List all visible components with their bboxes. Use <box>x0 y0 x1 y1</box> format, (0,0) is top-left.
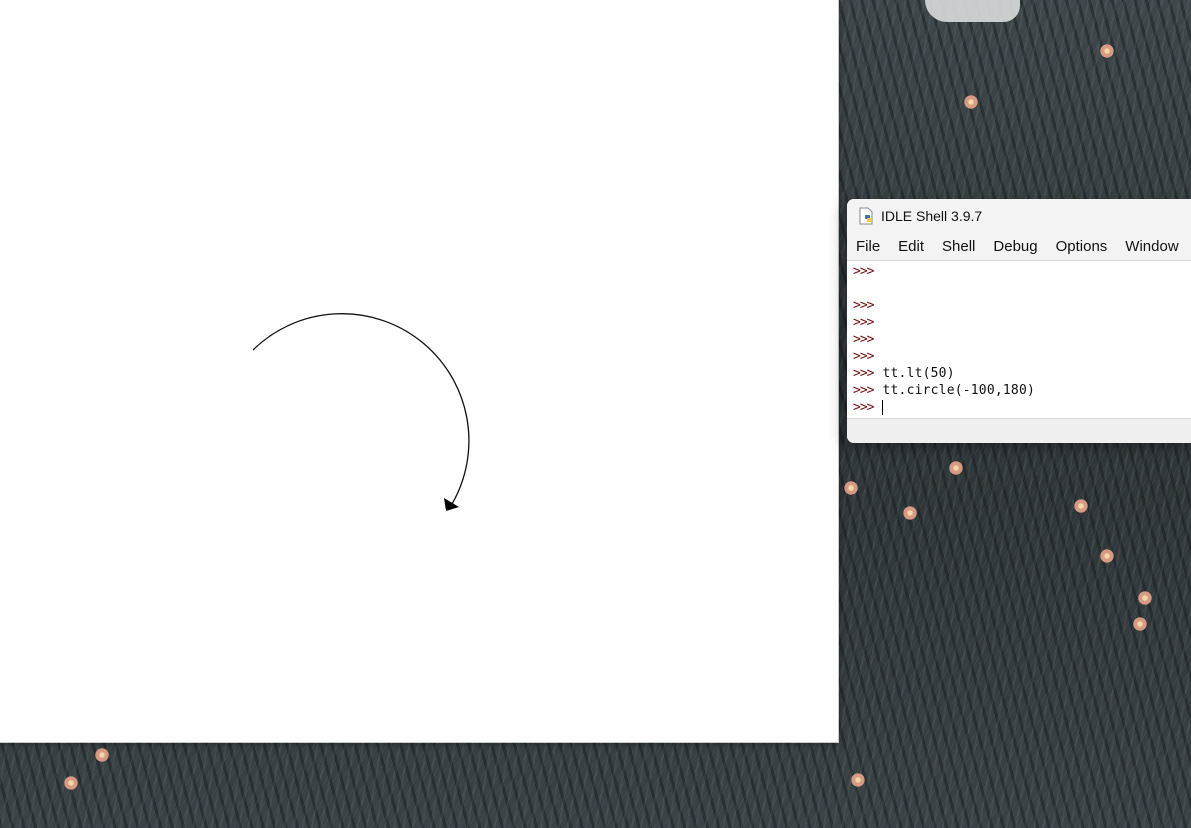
turtle-canvas[interactable] <box>0 0 838 742</box>
status-bar <box>847 418 1191 443</box>
wallpaper-flower <box>1100 549 1114 563</box>
shell-code: tt.lt(50) <box>882 366 955 381</box>
text-cursor <box>882 400 884 415</box>
wallpaper-flower <box>1074 499 1088 513</box>
python-file-icon <box>859 207 873 225</box>
shell-prompt: >>> <box>853 383 875 398</box>
shell-line: >>> <box>853 263 882 280</box>
shell-prompt: >>> <box>853 264 875 279</box>
menu-shell[interactable]: Shell <box>942 238 975 255</box>
shell-line: >>> <box>853 314 882 331</box>
menu-edit[interactable]: Edit <box>898 238 924 255</box>
circle-arc-path <box>252 313 470 505</box>
menu-window[interactable]: Window <box>1125 238 1178 255</box>
wallpaper-flower <box>964 95 978 109</box>
menu-file[interactable]: File <box>856 238 880 255</box>
shell-code: tt.circle(-100,180) <box>882 383 1035 398</box>
wallpaper-flower <box>1100 44 1114 58</box>
menu-debug[interactable]: Debug <box>993 238 1037 255</box>
shell-line: >>> <box>853 399 884 416</box>
shell-line: >>> <box>853 331 882 348</box>
shell-line: >>> <box>853 348 882 365</box>
shell-prompt: >>> <box>853 400 875 415</box>
shell-prompt: >>> <box>853 349 875 364</box>
shell-line: >>> <box>853 297 882 314</box>
wallpaper-flower <box>1138 591 1152 605</box>
wallpaper-flower <box>64 776 78 790</box>
wallpaper-white-object <box>925 0 1020 22</box>
window-title: IDLE Shell 3.9.7 <box>881 208 983 224</box>
wallpaper-flower <box>1133 617 1147 631</box>
shell-line: >>> tt.lt(50) <box>853 365 955 382</box>
idle-shell-window[interactable]: IDLE Shell 3.9.7 File Edit Shell Debug O… <box>847 199 1191 443</box>
wallpaper-flower <box>903 506 917 520</box>
shell-prompt: >>> <box>853 315 875 330</box>
shell-text-area[interactable]: >>> >>> >>> >>> >>> >>> tt.lt(50) >>> tt.c… <box>847 261 1191 418</box>
wallpaper-flower <box>844 481 858 495</box>
shell-line: >>> tt.circle(-100,180) <box>853 382 1035 399</box>
wallpaper-flower <box>949 461 963 475</box>
shell-prompt: >>> <box>853 298 875 313</box>
turtle-graphics-window[interactable] <box>0 0 838 742</box>
shell-prompt: >>> <box>853 332 875 347</box>
shell-prompt: >>> <box>853 366 875 381</box>
menu-options[interactable]: Options <box>1056 238 1108 255</box>
menu-bar: File Edit Shell Debug Options Window <box>847 233 1191 261</box>
classic-arrow-icon <box>444 498 459 511</box>
wallpaper-flower <box>851 773 865 787</box>
title-bar[interactable]: IDLE Shell 3.9.7 <box>847 199 1191 233</box>
wallpaper-flower <box>95 748 109 762</box>
